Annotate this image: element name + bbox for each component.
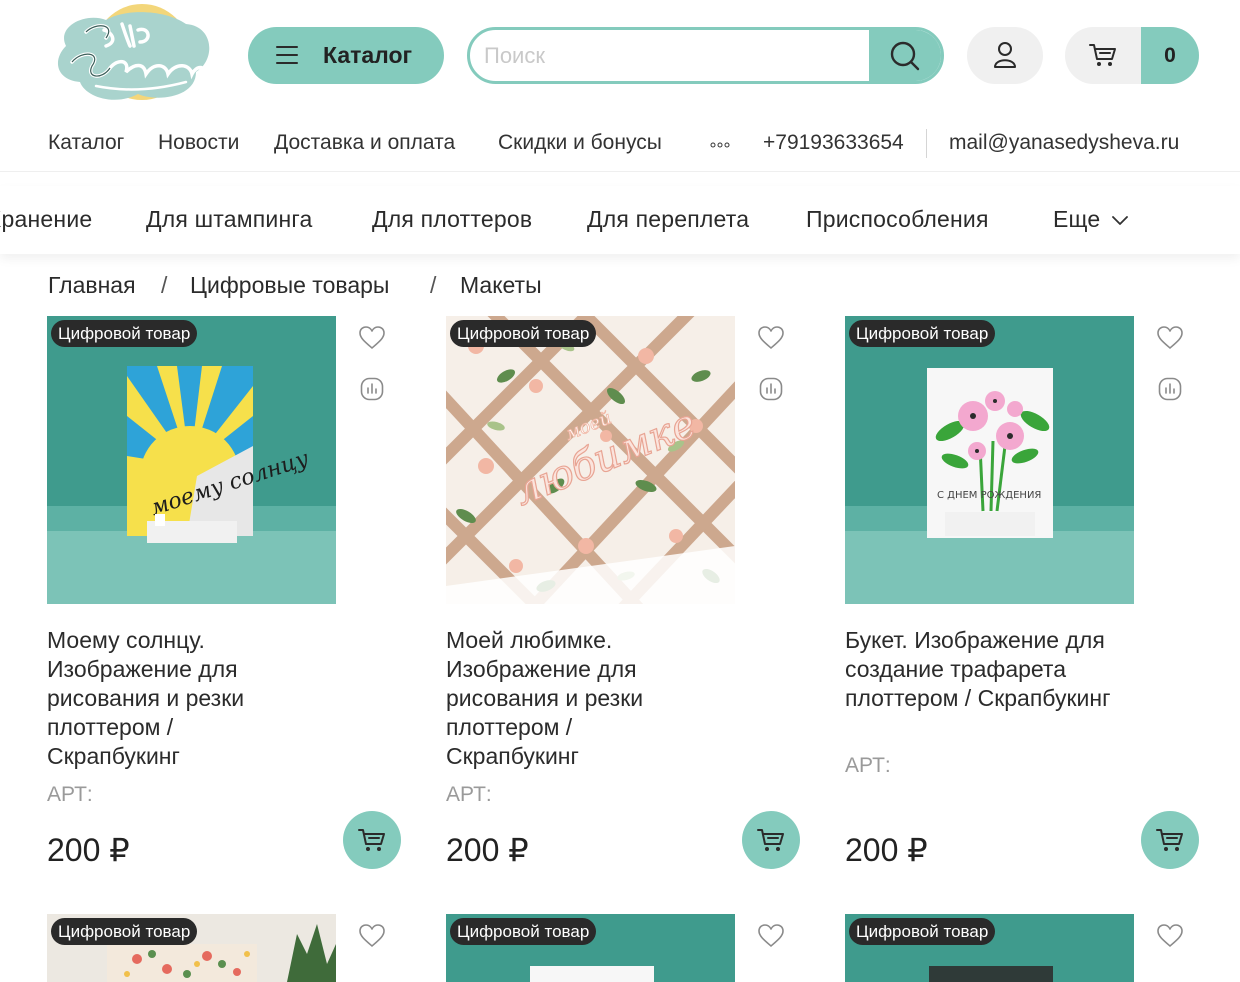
top-navigation: Каталог Новости Доставка и оплата Скидки… — [0, 112, 1240, 172]
search-box — [467, 27, 944, 84]
heart-icon[interactable] — [359, 924, 385, 948]
nav-discounts[interactable]: Скидки и бонусы — [498, 131, 662, 155]
product-image[interactable]: Цифровой товар — [47, 914, 336, 982]
digital-badge: Цифровой товар — [51, 320, 198, 347]
product-image[interactable]: моему солнцу Цифровой товар — [47, 316, 336, 604]
compare-icon[interactable] — [759, 377, 783, 401]
category-stamping[interactable]: Для штампинга — [146, 206, 312, 233]
digital-badge: Цифровой товар — [450, 918, 597, 945]
product-illustration-sun: моему солнцу — [47, 316, 336, 604]
heart-icon[interactable] — [1157, 924, 1183, 948]
nav-delivery[interactable]: Доставка и оплата — [274, 131, 455, 155]
product-price: 200 ₽ — [446, 832, 529, 868]
nav-catalog[interactable]: Каталог — [48, 131, 124, 155]
user-icon — [994, 42, 1016, 68]
breadcrumb-digital[interactable]: Цифровые товары — [190, 272, 389, 299]
chevron-down-icon — [1112, 216, 1128, 225]
category-tools[interactable]: Приспособления — [806, 206, 989, 233]
cart-icon — [358, 829, 385, 851]
catalog-button[interactable]: Каталог — [248, 27, 444, 84]
category-storage[interactable]: Хранение — [0, 206, 92, 233]
product-price: 200 ₽ — [845, 832, 928, 868]
digital-badge: Цифровой товар — [51, 918, 198, 945]
digital-badge: Цифровой товар — [849, 918, 996, 945]
digital-badge: Цифровой товар — [450, 320, 597, 347]
phone-link[interactable]: +79193633654 — [763, 131, 904, 155]
email-link[interactable]: mail@yanasedysheva.ru — [949, 131, 1179, 155]
more-dots-icon[interactable] — [710, 142, 730, 148]
compare-icon[interactable] — [360, 377, 384, 401]
heart-icon[interactable] — [1157, 326, 1183, 350]
breadcrumb-separator: / — [430, 272, 437, 298]
cart-icon — [1089, 44, 1116, 66]
product-illustration-lattice: моей любимке — [446, 316, 735, 604]
product-image[interactable]: Цифровой товар — [446, 914, 735, 982]
product-article: АРТ: — [47, 783, 93, 806]
breadcrumb-current: Макеты — [460, 272, 542, 298]
product-article: АРТ: — [845, 754, 891, 777]
search-button[interactable] — [869, 30, 941, 81]
menu-icon — [276, 46, 298, 64]
add-to-cart-button[interactable] — [343, 811, 401, 869]
product-image-text: С ДНЕМ РОЖДЕНИЯ — [937, 490, 1041, 501]
product-title[interactable]: Букет. Изображение для создание трафарет… — [845, 626, 1135, 713]
digital-badge: Цифровой товар — [849, 320, 996, 347]
breadcrumb-separator: / — [161, 272, 168, 298]
product-article: АРТ: — [446, 783, 492, 806]
catalog-button-label: Каталог — [323, 42, 413, 68]
breadcrumb-home[interactable]: Главная — [48, 272, 136, 299]
search-input[interactable] — [484, 30, 864, 81]
cart-button[interactable]: 0 — [1065, 27, 1199, 84]
add-to-cart-button[interactable] — [1141, 811, 1199, 869]
add-to-cart-button[interactable] — [742, 811, 800, 869]
category-more[interactable]: Еще — [1053, 206, 1100, 233]
cart-icon — [1156, 829, 1183, 851]
nav-divider — [926, 129, 927, 158]
heart-icon[interactable] — [758, 326, 784, 350]
product-price: 200 ₽ — [47, 832, 130, 868]
search-icon — [890, 41, 920, 71]
category-binding[interactable]: Для переплета — [587, 206, 749, 233]
cart-count: 0 — [1141, 27, 1199, 84]
product-image[interactable]: Цифровой товар — [845, 914, 1134, 982]
product-title[interactable]: Моему солнцу. Изображение для рисования … — [47, 626, 307, 771]
product-illustration-bouquet: С ДНЕМ РОЖДЕНИЯ — [845, 316, 1134, 604]
product-title[interactable]: Моей любимке. Изображение для рисования … — [446, 626, 706, 771]
compare-icon[interactable] — [1158, 377, 1182, 401]
product-image[interactable]: моей любимке Цифровой товар — [446, 316, 735, 604]
heart-icon[interactable] — [359, 326, 385, 350]
product-image[interactable]: С ДНЕМ РОЖДЕНИЯ Цифровой товар — [845, 316, 1134, 604]
logo[interactable] — [46, 2, 218, 110]
cart-icon — [757, 829, 784, 851]
category-plotters[interactable]: Для плоттеров — [372, 206, 532, 233]
category-bar: Хранение Для штампинга Для плоттеров Для… — [0, 186, 1240, 254]
heart-icon[interactable] — [758, 924, 784, 948]
nav-news[interactable]: Новости — [158, 131, 239, 155]
header: Каталог 0 — [0, 0, 1240, 112]
account-button[interactable] — [967, 27, 1043, 84]
